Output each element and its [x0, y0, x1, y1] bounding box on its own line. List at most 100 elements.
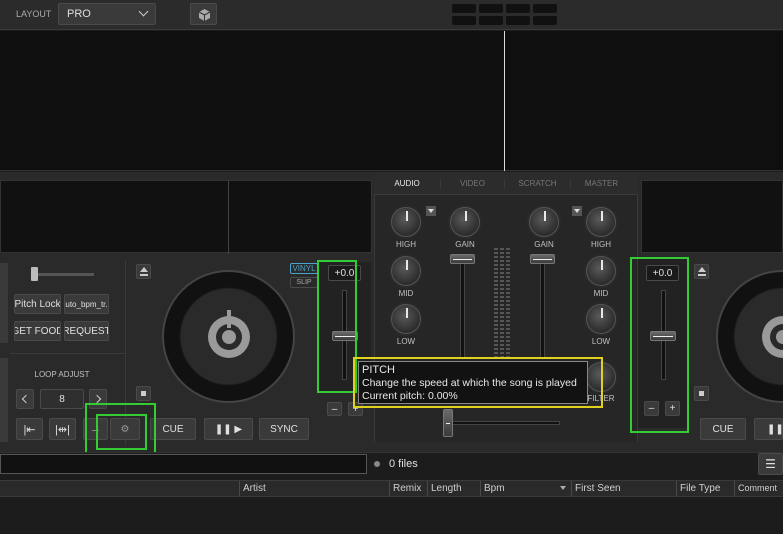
left-edge-block[interactable]: [0, 263, 8, 343]
play-pause-button-left[interactable]: ❚❚ ▶: [204, 418, 253, 440]
stop-icon: [699, 391, 704, 396]
column-first-seen[interactable]: First Seen: [571, 481, 676, 496]
eject-icon: [698, 267, 706, 272]
list-icon: ☰: [765, 457, 776, 471]
tab-video[interactable]: VIDEO: [440, 179, 504, 188]
stop-icon: [141, 391, 146, 396]
loop-icon: |⇹|: [55, 423, 70, 436]
file-count-icon: [374, 461, 380, 467]
cue-button-left[interactable]: CUE: [150, 418, 196, 440]
stop-button-left[interactable]: [136, 386, 151, 401]
waveform-playhead: [504, 31, 505, 171]
sync-button-left[interactable]: SYNC: [259, 418, 309, 440]
tab-audio[interactable]: AUDIO: [374, 179, 440, 188]
vu-meter-left: [494, 248, 498, 358]
loop-in-icon: |⇤: [23, 423, 36, 436]
loop-adjust-label: LOOP ADJUST: [34, 370, 90, 379]
crossfader-track[interactable]: [450, 421, 560, 425]
eq-high-label-left: HIGH: [396, 240, 416, 249]
deck-slider-track[interactable]: [33, 273, 94, 276]
stop-button-right[interactable]: [694, 386, 709, 401]
layout-dropdown-value: PRO: [67, 8, 91, 20]
deck-slider-handle[interactable]: [31, 267, 38, 281]
layout-dropdown[interactable]: PRO: [58, 3, 156, 25]
eq-mid-knob-right[interactable]: [586, 256, 616, 286]
eq-high-knob-left[interactable]: [391, 207, 421, 237]
jog-wheel-right[interactable]: [716, 270, 783, 403]
gain-knob-left[interactable]: [450, 207, 480, 237]
request-button[interactable]: REQUEST: [64, 321, 109, 341]
tab-scratch[interactable]: SCRATCH: [504, 179, 570, 188]
eq-high-label-right: HIGH: [591, 240, 611, 249]
eq-mid-knob-left[interactable]: [391, 256, 421, 286]
tab-master[interactable]: MASTER: [570, 179, 632, 188]
chevron-left-icon: [21, 394, 31, 404]
column-artist[interactable]: Artist: [239, 481, 389, 496]
browser-search-input[interactable]: [0, 454, 367, 474]
highlight-pitch-right: [630, 257, 689, 433]
eject-button-right[interactable]: [694, 264, 709, 279]
crossfader[interactable]: [443, 409, 453, 437]
column-remix[interactable]: Remix: [389, 481, 427, 496]
left-edge-block-2[interactable]: [0, 358, 8, 442]
right-deck-waveform[interactable]: [641, 180, 783, 253]
auto-bpm-button[interactable]: auto_bpm_tr...: [64, 294, 109, 314]
column-comment[interactable]: Comment: [734, 481, 783, 496]
eq-mid-label-left: MID: [398, 289, 414, 298]
slip-badge[interactable]: SLIP: [290, 277, 318, 288]
loop-decrease-button[interactable]: [16, 389, 34, 409]
column-file-type[interactable]: File Type: [676, 481, 734, 496]
chevron-down-icon: [138, 6, 149, 17]
highlight-pitch-left: [317, 260, 357, 393]
column-bpm[interactable]: Bpm: [480, 481, 570, 496]
waveform-area[interactable]: [0, 31, 783, 171]
cube-icon: [198, 9, 211, 21]
eq-low-label-right: LOW: [591, 337, 611, 346]
loop-divider: [10, 353, 125, 354]
volume-fader-track-right[interactable]: [540, 258, 545, 358]
highlight-settings: [96, 414, 147, 450]
vu-meter-right: [506, 248, 510, 358]
triangle-down-icon: [428, 209, 434, 213]
volume-fader-right[interactable]: [530, 254, 555, 264]
loop-in-button[interactable]: |⇤: [16, 418, 43, 440]
left-deck-waveform[interactable]: [0, 180, 372, 254]
pitch-minus-left[interactable]: –: [327, 402, 342, 416]
eq-low-knob-right[interactable]: [586, 304, 616, 334]
chevron-right-icon: [92, 394, 102, 404]
sort-down-icon: [560, 486, 566, 490]
eject-button[interactable]: [136, 264, 151, 279]
tooltip-current-pitch: Current pitch: 0.00%: [362, 390, 458, 402]
eq-dropdown-left[interactable]: [426, 206, 436, 216]
volume-fader-left[interactable]: [450, 254, 475, 264]
jog-wheel-left[interactable]: [162, 270, 295, 403]
loop-value[interactable]: 8: [40, 389, 84, 409]
eq-mid-label-right: MID: [593, 289, 609, 298]
file-count: 0 files: [389, 458, 418, 470]
triangle-down-icon: [574, 209, 580, 213]
eject-icon: [140, 267, 148, 272]
eq-high-knob-right[interactable]: [586, 207, 616, 237]
pitch-lock-button[interactable]: Pitch Lock: [14, 294, 61, 314]
vinyl-badge[interactable]: VINYL: [290, 263, 318, 274]
gain-knob-right[interactable]: [529, 207, 559, 237]
tooltip-description: Change the speed at which the song is pl…: [362, 377, 577, 389]
browser-options-button[interactable]: ☰: [758, 453, 783, 475]
eq-low-label-left: LOW: [396, 337, 416, 346]
eq-dropdown-right[interactable]: [572, 206, 582, 216]
column-length[interactable]: Length: [427, 481, 480, 496]
eq-low-knob-left[interactable]: [391, 304, 421, 334]
cube-button[interactable]: [190, 3, 217, 25]
tooltip-title: PITCH: [362, 364, 395, 376]
cue-button-right[interactable]: CUE: [700, 418, 746, 440]
gain-label-left: GAIN: [455, 240, 475, 249]
get-food-button[interactable]: GET FOOD: [14, 321, 61, 341]
vu-meter-center: [500, 248, 504, 358]
volume-fader-track-left[interactable]: [460, 258, 465, 358]
play-pause-button-right[interactable]: ❚❚: [754, 418, 783, 440]
gain-label-right: GAIN: [534, 240, 554, 249]
layout-label: LAYOUT: [16, 9, 52, 19]
layout-grid-buttons[interactable]: [452, 4, 558, 26]
loop-button[interactable]: |⇹|: [49, 418, 76, 440]
pitch-tooltip: PITCH Change the speed at which the song…: [358, 361, 588, 404]
